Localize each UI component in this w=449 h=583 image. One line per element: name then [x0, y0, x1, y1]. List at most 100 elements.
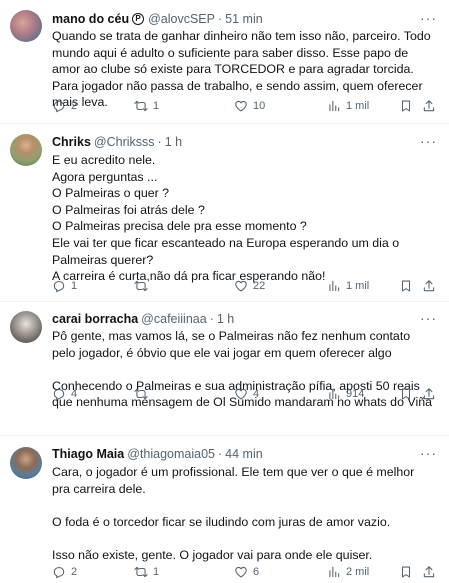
reply-icon: [53, 281, 65, 293]
tweet-line: O Palmeiras precisa dele pra esse moment…: [52, 219, 307, 234]
bookmark-icon: [401, 100, 411, 112]
bookmark-button[interactable]: [399, 278, 413, 294]
share-button[interactable]: [422, 98, 436, 114]
tweet[interactable]: Thiago Maia @thiagomaia05 · 44 min ··· C…: [0, 436, 449, 583]
heart-icon: [235, 388, 247, 400]
tweet-line: O Palmeiras foi atrás dele ?: [52, 202, 205, 217]
bookmark-icon: [401, 566, 411, 578]
views-button[interactable]: 1 mil: [327, 278, 369, 294]
user-handle[interactable]: @Chriksss: [94, 135, 155, 149]
like-count: 10: [253, 100, 266, 112]
like-button[interactable]: 22: [234, 278, 265, 294]
display-name[interactable]: carai borracha: [52, 312, 138, 326]
retweet-button[interactable]: [134, 278, 153, 294]
like-count: 22: [253, 280, 266, 292]
more-icon[interactable]: ···: [420, 311, 437, 325]
share-button[interactable]: [422, 278, 436, 294]
heart-icon: [235, 566, 247, 578]
reply-icon: [53, 101, 65, 113]
views-count: 2 mil: [346, 566, 370, 578]
views-icon: [329, 280, 340, 292]
display-name[interactable]: mano do céu: [52, 12, 129, 26]
tweet-line: Isso não existe, gente. O jogador vai pa…: [52, 547, 373, 562]
bookmark-icon: [401, 280, 411, 292]
reply-count: 1: [71, 280, 78, 292]
tweet[interactable]: Chriks @Chriksss · 1 h ··· E eu acredito…: [0, 124, 449, 302]
tweet-line: O foda é o torcedor ficar se iludindo co…: [52, 514, 391, 529]
tweet-header: Thiago Maia @thiagomaia05 · 44 min: [52, 445, 419, 463]
views-count: 1 mil: [346, 280, 370, 292]
timestamp[interactable]: 44 min: [225, 447, 263, 461]
tweet[interactable]: mano do céu P @alovcSEP · 51 min ··· Qua…: [0, 0, 449, 124]
display-name[interactable]: Chriks: [52, 135, 91, 149]
like-button[interactable]: 4: [234, 386, 259, 402]
share-button[interactable]: [422, 564, 436, 580]
tweet-actions: 4 4 914: [52, 386, 437, 402]
reply-icon: [53, 389, 65, 401]
tweet-text: Cara, o jogador é um profissional. Ele t…: [52, 464, 435, 564]
reply-icon: [53, 567, 65, 579]
separator-dot: ·: [217, 447, 223, 461]
share-icon: [423, 388, 435, 400]
bookmark-icon: [401, 388, 411, 400]
retweet-icon: [134, 280, 148, 292]
reply-count: 4: [71, 388, 78, 400]
reply-count: 2: [71, 566, 78, 578]
timestamp[interactable]: 1 h: [165, 135, 182, 149]
avatar[interactable]: [10, 311, 42, 343]
timestamp[interactable]: 1 h: [217, 312, 234, 326]
user-handle[interactable]: @alovcSEP: [148, 12, 215, 26]
share-icon: [423, 280, 435, 292]
retweet-count: 1: [153, 566, 160, 578]
reply-count: 2: [71, 100, 78, 112]
tweet-line: E eu acredito nele.: [52, 153, 156, 167]
retweet-button[interactable]: 1: [134, 564, 159, 580]
user-handle[interactable]: @cafeiiinaa: [141, 312, 207, 326]
reply-button[interactable]: 2: [52, 564, 77, 580]
bookmark-button[interactable]: [399, 564, 413, 580]
bookmark-button[interactable]: [399, 386, 413, 402]
views-count: 914: [346, 388, 365, 400]
tweet-header: mano do céu P @alovcSEP · 51 min: [52, 10, 419, 28]
views-button[interactable]: 1 mil: [327, 98, 369, 114]
heart-icon: [235, 100, 247, 112]
like-count: 4: [253, 388, 260, 400]
tweet-line: Agora perguntas ...: [52, 169, 158, 184]
separator-dot: ·: [209, 312, 214, 326]
reply-button[interactable]: 4: [52, 386, 77, 402]
tweet-actions: 1 22 1 mil: [52, 278, 437, 294]
views-count: 1 mil: [346, 100, 370, 112]
like-button[interactable]: 10: [234, 98, 265, 114]
share-button[interactable]: [422, 386, 436, 402]
display-name[interactable]: Thiago Maia: [52, 447, 124, 461]
retweet-count: 1: [153, 100, 160, 112]
tweet-line: Cara, o jogador é um profissional. Ele t…: [52, 465, 415, 496]
avatar[interactable]: [10, 10, 42, 42]
bookmark-button[interactable]: [399, 98, 413, 114]
retweet-button[interactable]: [134, 386, 153, 402]
views-button[interactable]: 914: [327, 386, 364, 402]
tweet-line: [52, 497, 435, 514]
reply-button[interactable]: 2: [52, 98, 77, 114]
avatar[interactable]: [10, 134, 42, 166]
heart-icon: [235, 280, 247, 292]
user-handle[interactable]: @thiagomaia05: [127, 447, 215, 461]
more-icon[interactable]: ···: [420, 11, 437, 25]
views-icon: [329, 100, 340, 112]
retweet-icon: [134, 566, 148, 578]
tweet-line: [52, 530, 435, 547]
retweet-icon: [134, 100, 148, 112]
tweet-header: Chriks @Chriksss · 1 h: [52, 133, 419, 151]
more-icon[interactable]: ···: [420, 446, 437, 460]
reply-button[interactable]: 1: [52, 278, 77, 294]
tweet[interactable]: carai borracha @cafeiiinaa · 1 h ··· Pô …: [0, 302, 449, 436]
tweet-header: carai borracha @cafeiiinaa · 1 h: [52, 310, 419, 328]
timestamp[interactable]: 51 min: [225, 12, 263, 26]
more-icon[interactable]: ···: [420, 134, 437, 148]
separator-dot: ·: [157, 135, 162, 149]
like-button[interactable]: 6: [234, 564, 259, 580]
avatar[interactable]: [10, 447, 42, 479]
views-button[interactable]: 2 mil: [327, 564, 369, 580]
retweet-button[interactable]: 1: [134, 98, 159, 114]
tweet-line: Ele vai ter que ficar escanteado na Euro…: [52, 235, 400, 267]
